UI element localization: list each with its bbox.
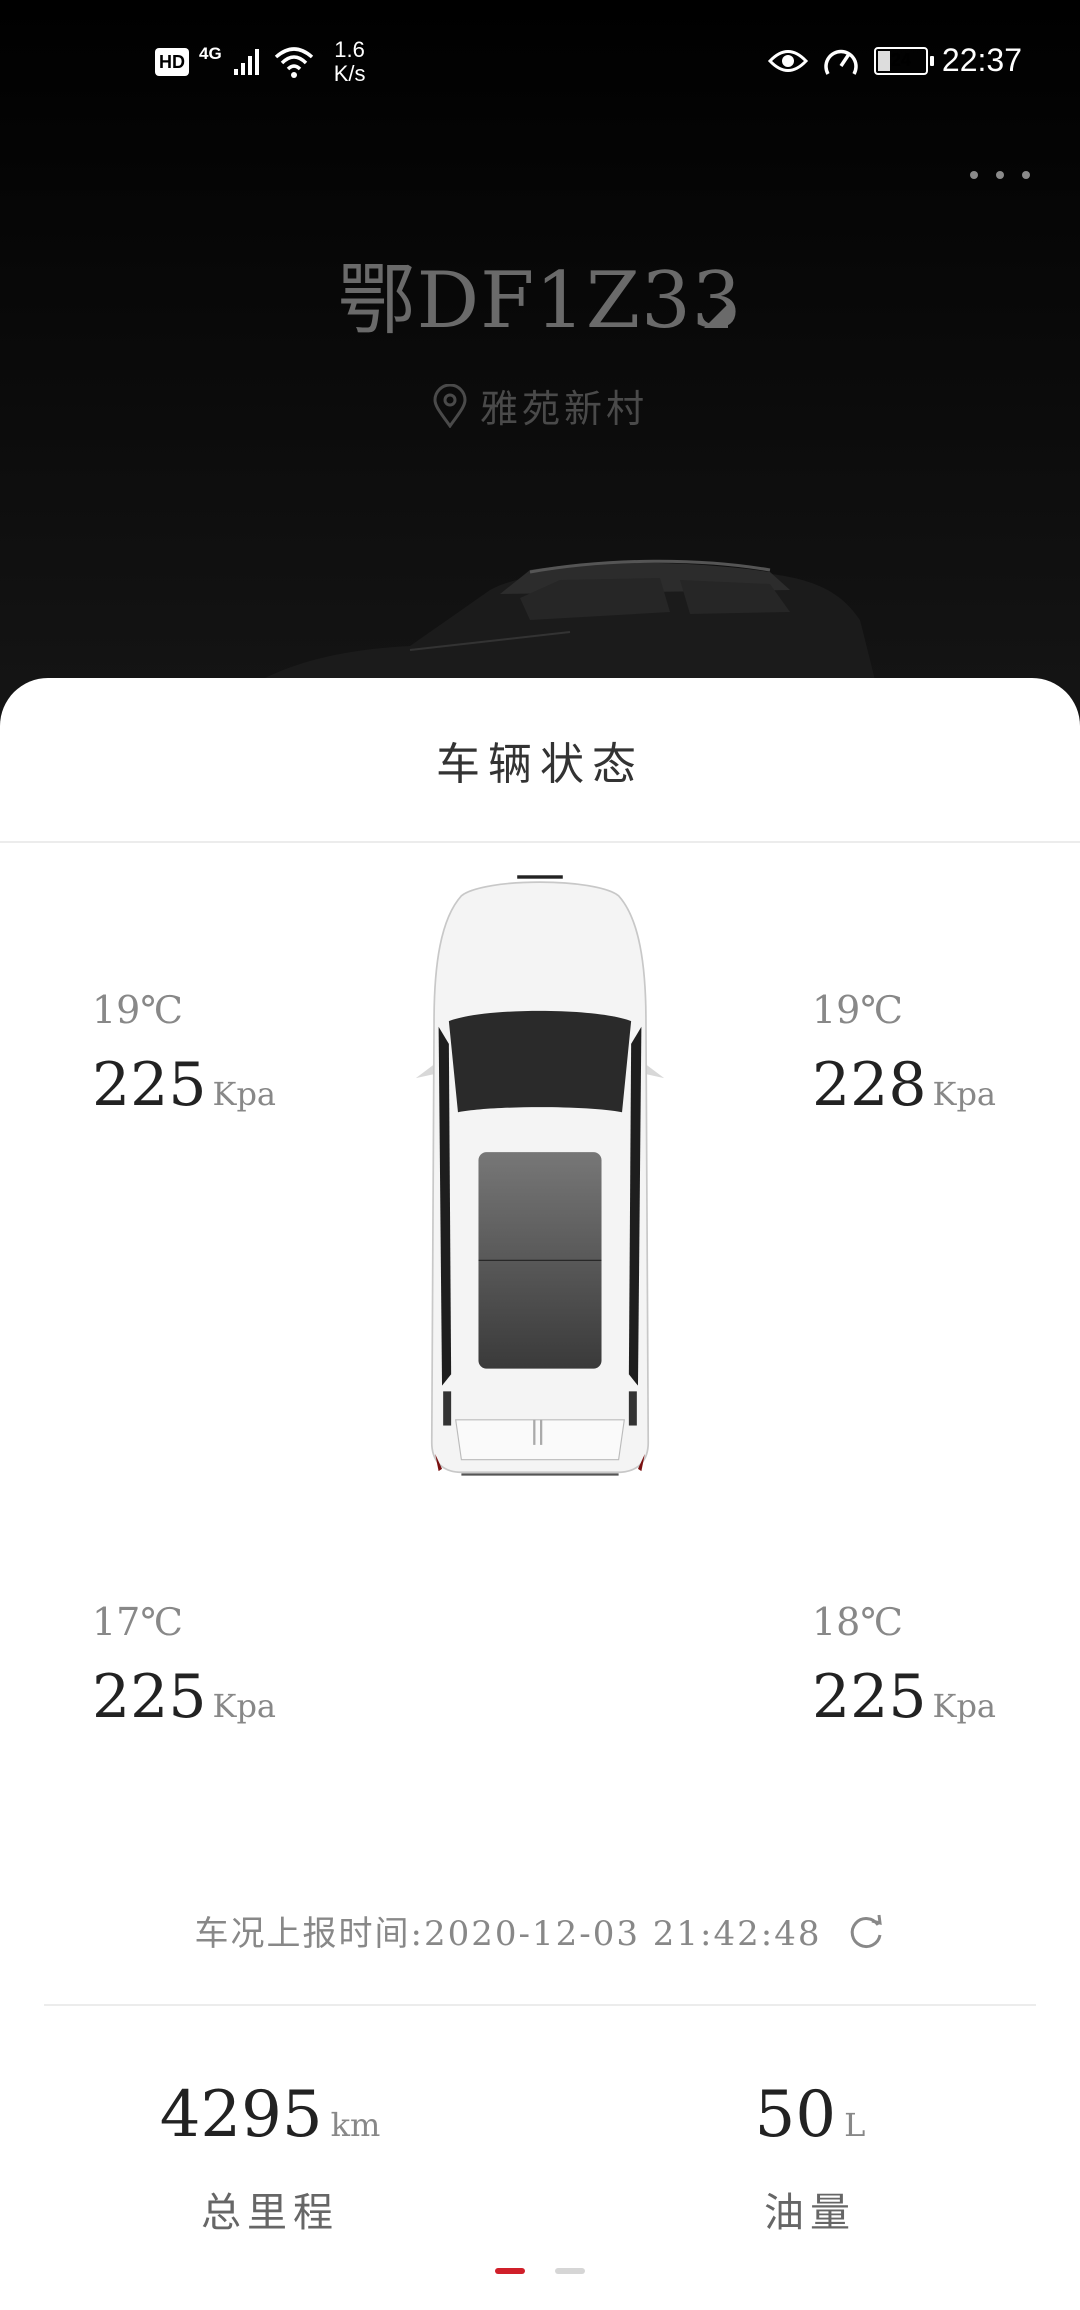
speed-value: 1.6 [334, 37, 365, 62]
mileage-value: 4295 [159, 2078, 323, 2152]
tire-rear-left: 17℃ 225 Kpa [92, 1600, 276, 1732]
page-indicator [0, 2268, 1080, 2274]
tire-pressure-unit: Kpa [932, 1687, 996, 1725]
report-time-value: 2020-12-03 21:42:48 [423, 1914, 822, 1954]
fuel-unit: L [844, 2106, 866, 2144]
tire-pressure: 225 Kpa [92, 1662, 276, 1732]
tire-pressure-unit: Kpa [932, 1075, 996, 1113]
tire-pressure-unit: Kpa [212, 1075, 276, 1113]
tire-temperature: 17℃ [92, 1600, 183, 1644]
more-options-button[interactable] [970, 160, 1030, 190]
tire-pressure: 225 Kpa [92, 1050, 276, 1120]
hd-badge: HD [155, 48, 189, 76]
car-top-view-image [415, 875, 665, 1476]
signal-icon [233, 49, 259, 75]
fuel-level: 50 L 油量 [670, 2078, 950, 2238]
mileage-value-row: 4295 km [130, 2078, 410, 2152]
tire-pressure: 228 Kpa [812, 1050, 996, 1120]
speedometer-icon [824, 49, 858, 75]
status-bar: HD 4G 1.6 K/s 24 22:37 [0, 0, 1080, 120]
divider [44, 2004, 1036, 2006]
tire-pressure-value: 225 [812, 1662, 927, 1732]
tire-temperature: 19℃ [92, 988, 183, 1032]
plate-switch-arrow-icon[interactable] [704, 304, 728, 328]
speed-unit: K/s [333, 61, 366, 86]
location-pin-icon [433, 383, 467, 428]
status-right: 24 22:37 [767, 42, 1022, 79]
vehicle-header: HD 4G 1.6 K/s 24 22:37 鄂DF1Z33 雅苑新村 [0, 0, 1080, 720]
network-type: 4G [199, 44, 222, 63]
refresh-icon[interactable] [846, 1911, 886, 1951]
fuel-value-row: 50 L [670, 2078, 950, 2152]
tire-temperature: 18℃ [812, 1600, 903, 1644]
tire-pressure-unit: Kpa [212, 1687, 276, 1725]
tire-pressure-value: 228 [812, 1050, 927, 1120]
tire-pressure-value: 225 [92, 1662, 207, 1732]
fuel-value: 50 [754, 2078, 837, 2152]
tire-front-left: 19℃ 225 Kpa [92, 988, 276, 1120]
report-time-label: 车况上报时间: [194, 1914, 424, 1954]
report-time-text: 车况上报时间:2020-12-03 21:42:48 [194, 1906, 821, 1955]
panel-title: 车辆状态 [436, 739, 644, 790]
mileage-unit: km [330, 2106, 381, 2144]
status-left: HD 4G 1.6 K/s [155, 38, 365, 86]
eye-comfort-icon [767, 49, 808, 72]
battery-level [877, 50, 890, 71]
location-text: 雅苑新村 [479, 387, 648, 431]
battery-indicator: 24 [873, 46, 934, 75]
mileage-label: 总里程 [201, 2190, 339, 2236]
license-plate[interactable]: 鄂DF1Z33 [0, 238, 1080, 350]
total-mileage: 4295 km 总里程 [130, 2078, 410, 2238]
network-speed: 1.6 K/s [334, 38, 366, 86]
divider [0, 841, 1080, 843]
tire-temperature: 19℃ [812, 988, 903, 1032]
tire-pressure-value: 225 [92, 1050, 207, 1120]
vehicle-status-panel: 车辆状态 19℃ 225 Kpa 19℃ 228 Kpa 17℃ 225 Kpa… [0, 678, 1080, 2310]
page-dot[interactable] [495, 2268, 525, 2274]
clock: 22:37 [941, 42, 1022, 78]
tire-front-right: 19℃ 228 Kpa [812, 988, 996, 1120]
fuel-label: 油量 [764, 2190, 856, 2236]
page-dot[interactable] [555, 2268, 585, 2274]
battery-percent: 24 [890, 50, 911, 70]
tire-pressure: 225 Kpa [812, 1662, 996, 1732]
tire-rear-right: 18℃ 225 Kpa [812, 1600, 996, 1732]
more-dots-icon [970, 171, 978, 179]
vehicle-location[interactable]: 雅苑新村 [0, 378, 1080, 433]
report-time-row: 车况上报时间:2020-12-03 21:42:48 [0, 1906, 1080, 1955]
wifi-icon [274, 47, 313, 78]
